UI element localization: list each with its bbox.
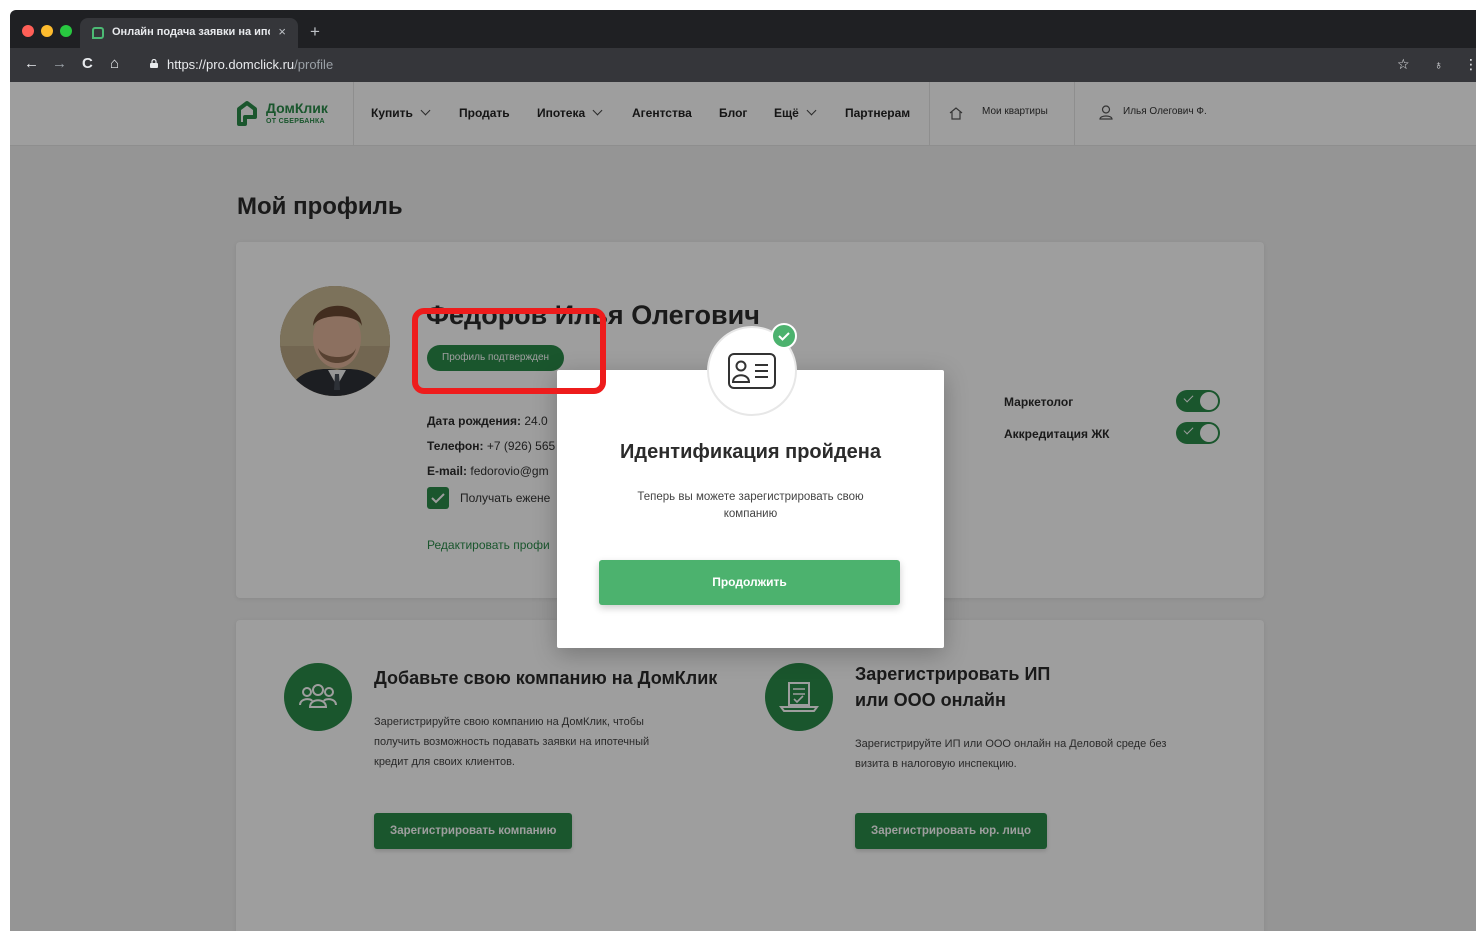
modal-text: Теперь вы можете зарегистрировать свою к…: [637, 491, 864, 520]
browser-tab-bar: Онлайн подача заявки на ипотеку × +: [10, 10, 1476, 48]
highlight-annotation: [412, 308, 606, 394]
bookmark-star-icon[interactable]: ☆: [1397, 56, 1410, 73]
window-close-button[interactable]: [22, 25, 34, 37]
url-input[interactable]: https://pro.domclick.ru/profile: [167, 57, 333, 72]
browser-window: Онлайн подача заявки на ипотеку × + ← → …: [10, 10, 1476, 931]
lock-icon: [150, 59, 158, 68]
forward-icon[interactable]: →: [52, 55, 67, 72]
continue-button[interactable]: Продолжить: [599, 560, 900, 605]
new-tab-button[interactable]: +: [310, 22, 320, 42]
window-minimize-button[interactable]: [41, 25, 53, 37]
modal-title: Идентификация пройдена: [620, 441, 881, 463]
url-host: https://pro.domclick.ru: [167, 57, 295, 72]
tab-close-icon[interactable]: ×: [278, 24, 286, 39]
tab-title: Онлайн подача заявки на ипотеку: [112, 26, 270, 38]
domclick-favicon-icon: [92, 27, 104, 39]
incognito-icon[interactable]: ♁: [1434, 58, 1443, 72]
browser-address-bar: ← → C ⌂ https://pro.domclick.ru/profile …: [10, 48, 1476, 82]
browser-tab[interactable]: Онлайн подача заявки на ипотеку ×: [80, 18, 298, 48]
check-glyph: [778, 332, 790, 341]
window-maximize-button[interactable]: [60, 25, 72, 37]
url-path: /profile: [294, 57, 334, 72]
home-icon[interactable]: ⌂: [110, 55, 119, 72]
back-icon[interactable]: ←: [24, 55, 39, 72]
browser-menu-icon[interactable]: ⋮: [1464, 56, 1476, 73]
reload-icon[interactable]: C: [82, 55, 93, 72]
success-check-icon: [771, 323, 797, 349]
